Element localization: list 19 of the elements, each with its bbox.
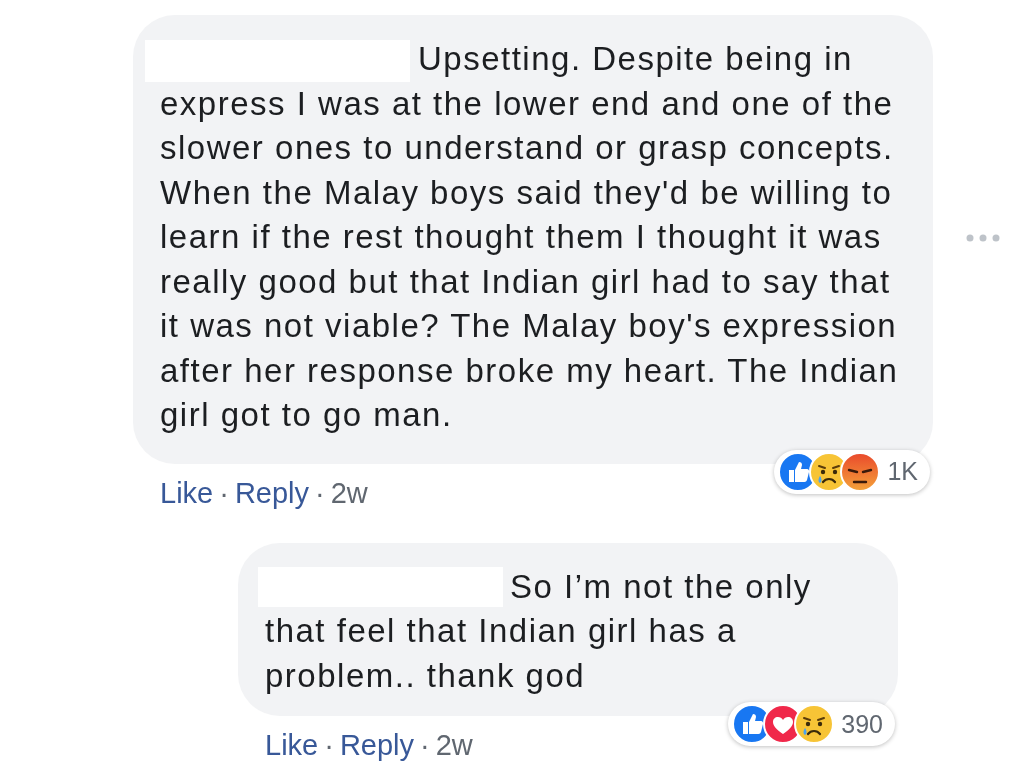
- separator: ·: [420, 729, 430, 762]
- reactions-pill[interactable]: 1K: [774, 449, 930, 494]
- sad-face-icon: [794, 704, 835, 744]
- separator: ·: [324, 729, 334, 762]
- reaction-count: 390: [841, 709, 883, 739]
- comment-text: So I’m not the only that feel that Indian girl has a problem.. thank god: [265, 566, 813, 696]
- like-link[interactable]: Like: [265, 729, 319, 762]
- separator: ·: [315, 476, 325, 510]
- reactions-pill[interactable]: 390: [728, 702, 895, 746]
- reaction-count: 1K: [887, 457, 918, 486]
- more-options-icon[interactable]: [965, 233, 1001, 243]
- timestamp: 2w: [330, 476, 368, 510]
- timestamp: 2w: [435, 729, 473, 762]
- reply-link[interactable]: Reply: [339, 729, 415, 762]
- angry-face-icon: [840, 451, 881, 492]
- like-link[interactable]: Like: [160, 476, 214, 510]
- separator: ·: [219, 476, 229, 510]
- comment-text: Upsetting. Despite being in express I was at the lower end and one of the slower ones to understand or grasp concepts. When the Malay boys said they'd be willing to learn if the rest thought them I thought it was really good but that Indian girl had to say that it was not viable? The Malay boy's expression after her response broke my heart. The Indian girl got to go man.: [160, 39, 900, 435]
- reply-link[interactable]: Reply: [234, 476, 310, 510]
